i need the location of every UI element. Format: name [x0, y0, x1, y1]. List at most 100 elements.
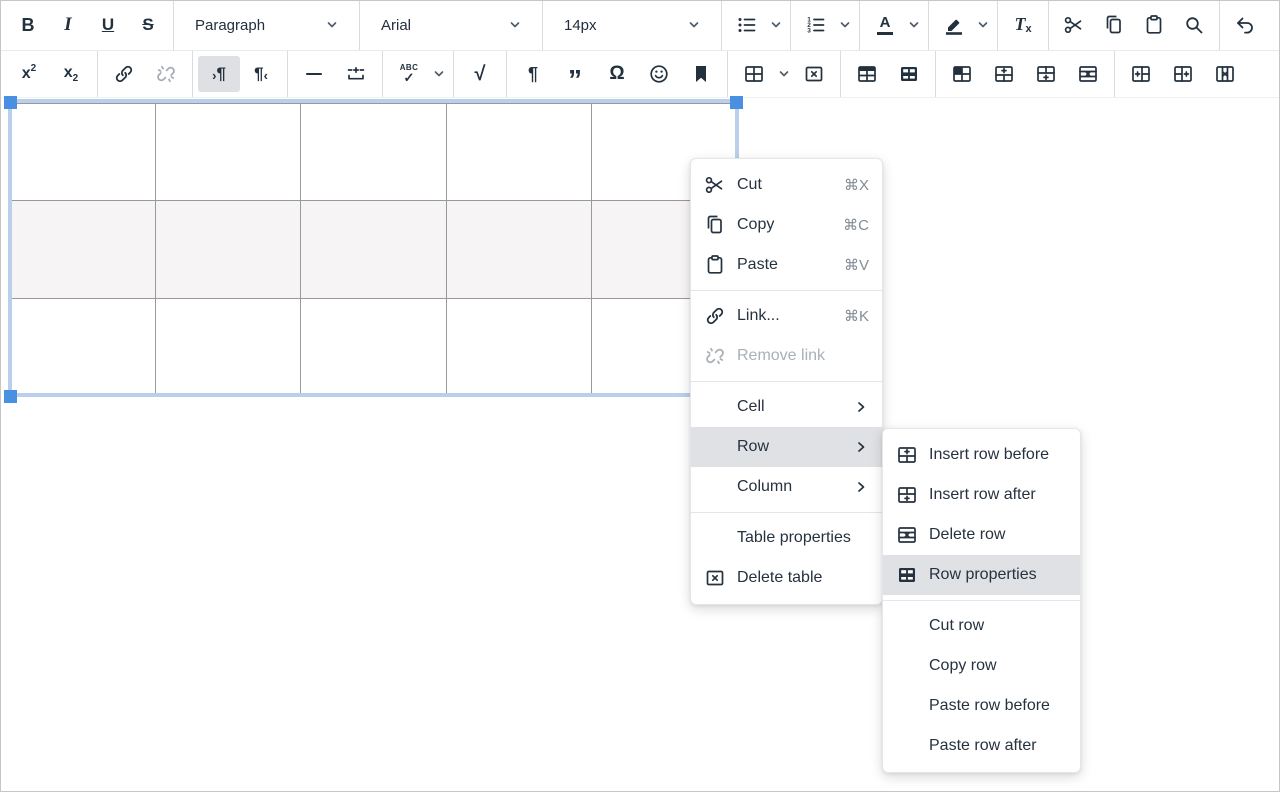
submenu-item-paste-row-after[interactable]: Paste row after [883, 726, 1080, 766]
table-properties-button[interactable] [846, 56, 888, 92]
undo-button[interactable] [1225, 7, 1265, 43]
delete-column-button[interactable] [1204, 56, 1246, 92]
page-break-icon [344, 62, 368, 86]
rtl-pilcrow: ¶ [254, 64, 263, 84]
submenu-item-copy-row[interactable]: Copy row [883, 646, 1080, 686]
numbered-list-icon: 123 [804, 13, 828, 37]
table-cell[interactable] [446, 298, 591, 395]
table-cell[interactable] [301, 104, 446, 201]
text-color-caret[interactable] [905, 7, 923, 43]
clipboard-icon [1142, 13, 1166, 37]
table-cell[interactable] [156, 201, 301, 298]
menu-item-link[interactable]: Link... ⌘K [691, 296, 882, 336]
delete-row-button[interactable] [1067, 56, 1109, 92]
font-family-select[interactable]: Arial [365, 7, 537, 43]
table-cell[interactable] [156, 298, 301, 395]
chevron-down-icon [431, 66, 447, 82]
table-resize-handle-top-left[interactable] [4, 96, 17, 109]
menu-item-column[interactable]: Column [691, 467, 882, 507]
insert-column-after-button[interactable] [1162, 56, 1204, 92]
underline-button[interactable]: U [88, 7, 128, 43]
paste-button[interactable] [1134, 7, 1174, 43]
table-cell[interactable] [11, 104, 156, 201]
search-icon [1182, 13, 1206, 37]
ltr-pilcrow: ¶ [216, 64, 225, 84]
submenu-item-row-properties[interactable]: Row properties [883, 555, 1080, 595]
anchor-button[interactable] [680, 56, 722, 92]
menu-item-cell[interactable]: Cell [691, 387, 882, 427]
unlink-button[interactable] [145, 56, 187, 92]
insert-table-button[interactable] [733, 56, 775, 92]
delete-table-icon [802, 62, 826, 86]
blockquote-button[interactable]: ” [554, 56, 596, 92]
cut-button[interactable] [1054, 7, 1094, 43]
font-size-select[interactable]: 14px [548, 7, 716, 43]
link-button[interactable] [103, 56, 145, 92]
special-character-button[interactable]: Ω [596, 56, 638, 92]
table-cell[interactable] [446, 104, 591, 201]
numbered-list-caret[interactable] [836, 7, 854, 43]
subscript-button[interactable]: x2 [50, 56, 92, 92]
menu-item-cut[interactable]: Cut ⌘X [691, 165, 882, 205]
editor-canvas[interactable]: Cut ⌘X Copy ⌘C Paste ⌘V Link... ⌘K Remov… [0, 98, 1280, 790]
superscript-button[interactable]: x2 [8, 56, 50, 92]
text-color-button[interactable]: A [865, 7, 905, 43]
table-cell[interactable] [11, 298, 156, 395]
ltr-button[interactable]: ›¶ [198, 56, 240, 92]
spellcheck-button[interactable]: ABC✓ [388, 56, 430, 92]
highlight-color-caret[interactable] [974, 7, 992, 43]
submenu-item-delete-row[interactable]: Delete row [883, 515, 1080, 555]
emoji-button[interactable] [638, 56, 680, 92]
insert-row-after-button[interactable] [1025, 56, 1067, 92]
insert-column-before-button[interactable] [1120, 56, 1162, 92]
toolbar-separator [721, 0, 722, 50]
bold-button[interactable]: B [8, 7, 48, 43]
insert-table-caret[interactable] [775, 56, 793, 92]
cell-properties-icon [950, 62, 974, 86]
menu-item-paste[interactable]: Paste ⌘V [691, 245, 882, 285]
table-resize-handle-top-right[interactable] [730, 96, 743, 109]
bullet-list-caret[interactable] [767, 7, 785, 43]
table-cell[interactable] [446, 201, 591, 298]
menu-item-remove-link[interactable]: Remove link [691, 336, 882, 376]
menu-item-copy[interactable]: Copy ⌘C [691, 205, 882, 245]
strikethrough-button[interactable]: S [128, 7, 168, 43]
paragraph-format-select[interactable]: Paragraph [179, 7, 354, 43]
page-break-button[interactable] [335, 56, 377, 92]
table-cell[interactable] [156, 104, 301, 201]
horizontal-rule-button[interactable] [293, 56, 335, 92]
submenu-item-insert-row-before[interactable]: Insert row before [883, 435, 1080, 475]
delete-table-button[interactable] [793, 56, 835, 92]
clear-formatting-button[interactable]: Tx [1003, 7, 1043, 43]
table-cell[interactable] [11, 201, 156, 298]
submenu-item-cut-row[interactable]: Cut row [883, 606, 1080, 646]
paragraph-mark-button[interactable]: ¶ [512, 56, 554, 92]
submenu-item-paste-row-before[interactable]: Paste row before [883, 686, 1080, 726]
row-properties-button[interactable] [888, 56, 930, 92]
highlight-color-button[interactable] [934, 7, 974, 43]
menu-item-table-properties[interactable]: Table properties [691, 518, 882, 558]
editor-table[interactable] [10, 103, 737, 396]
menu-item-label: Paste row after [929, 737, 1067, 755]
insert-row-before-button[interactable] [983, 56, 1025, 92]
text-color-letter: A [880, 15, 891, 30]
scissors-icon [703, 173, 727, 197]
search-button[interactable] [1174, 7, 1214, 43]
menu-item-shortcut: ⌘K [844, 307, 869, 325]
submenu-item-insert-row-after[interactable]: Insert row after [883, 475, 1080, 515]
table-cell[interactable] [301, 298, 446, 395]
menu-item-delete-table[interactable]: Delete table [691, 558, 882, 598]
numbered-list-button[interactable]: 123 [796, 7, 836, 43]
rtl-button[interactable]: ¶‹ [240, 56, 282, 92]
table-row [11, 298, 737, 395]
bullet-list-button[interactable] [727, 7, 767, 43]
copy-button[interactable] [1094, 7, 1134, 43]
menu-item-row[interactable]: Row [691, 427, 882, 467]
chevron-down-icon [975, 17, 991, 33]
spellcheck-caret[interactable] [430, 56, 448, 92]
table-resize-handle-bottom-left[interactable] [4, 390, 17, 403]
square-root-button[interactable]: √ [459, 56, 501, 92]
table-cell[interactable] [301, 201, 446, 298]
cell-properties-button[interactable] [941, 56, 983, 92]
italic-button[interactable]: I [48, 7, 88, 43]
